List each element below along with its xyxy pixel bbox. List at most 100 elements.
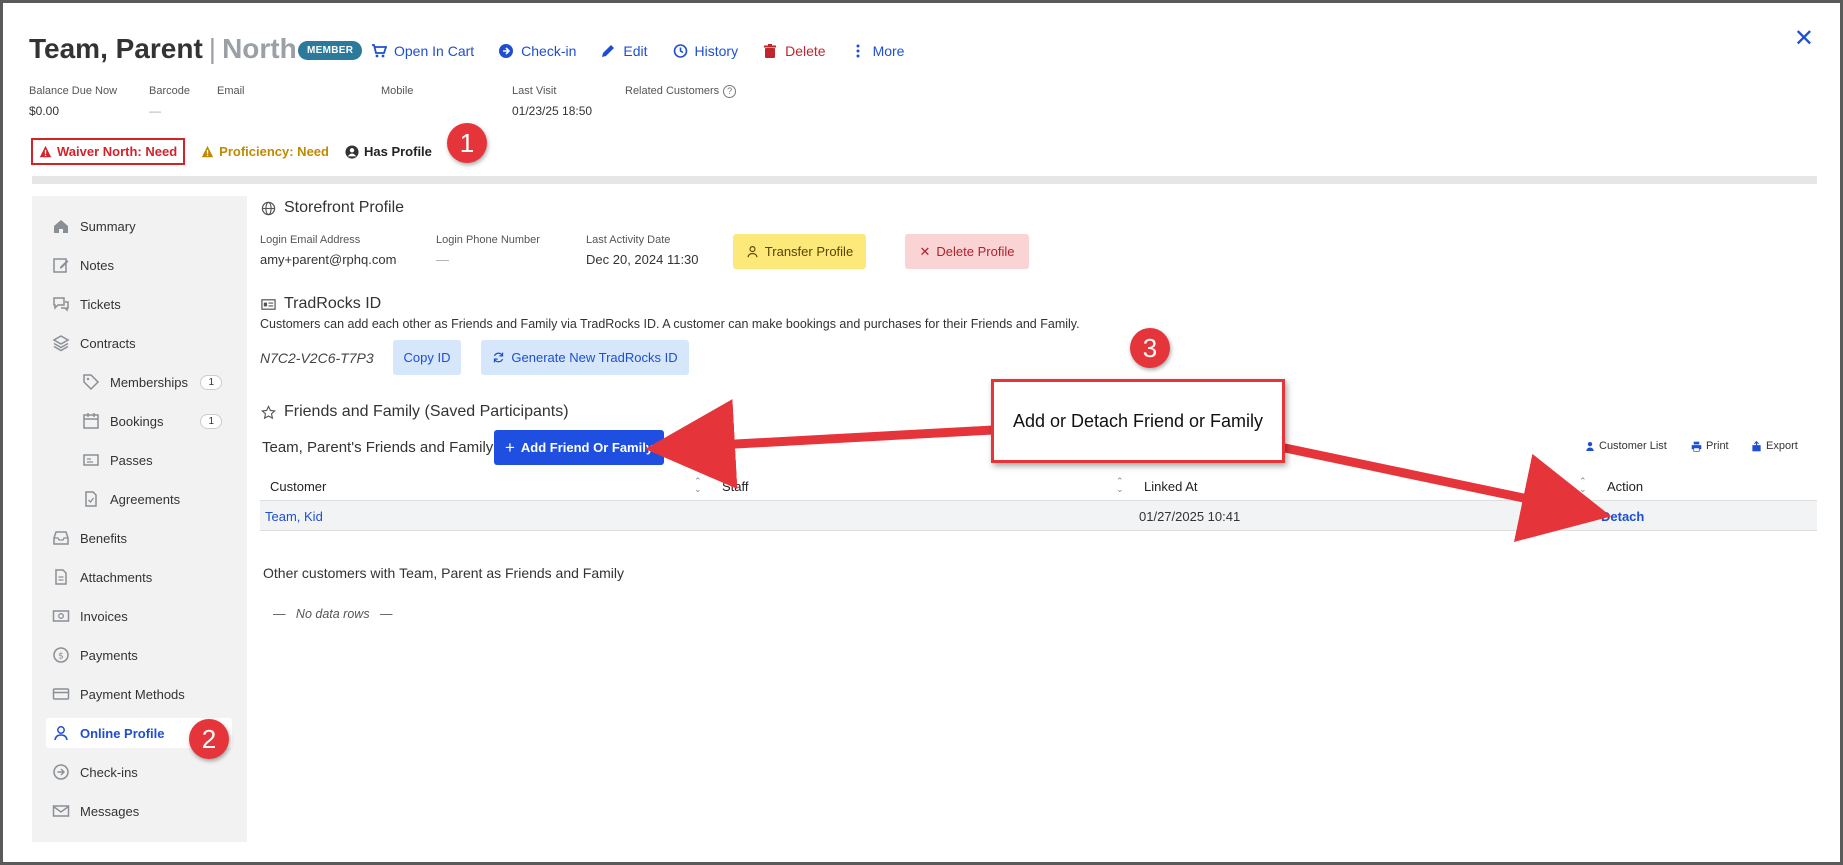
sidebar-item-label: Online Profile: [80, 725, 165, 741]
proficiency-status[interactable]: Proficiency: Need: [201, 144, 329, 159]
detach-button[interactable]: Detach: [1601, 509, 1644, 524]
edit-button[interactable]: Edit: [600, 43, 648, 59]
sidebar-item-memberships[interactable]: Memberships 1: [76, 367, 236, 397]
sidebar-item-benefits[interactable]: Benefits: [46, 523, 236, 553]
delete-label: Delete: [785, 43, 826, 59]
more-button[interactable]: More: [850, 43, 904, 59]
sidebar-item-label: Payments: [80, 647, 138, 663]
money-bill-icon: [52, 610, 70, 622]
sidebar-item-messages[interactable]: Messages: [46, 796, 236, 826]
waiver-status[interactable]: Waiver North: Need: [31, 138, 186, 165]
trash-icon: [764, 44, 777, 58]
sidebar-item-label: Invoices: [80, 608, 128, 624]
memberships-count: 1: [200, 374, 222, 390]
column-header-staff[interactable]: Staff: [722, 479, 749, 494]
tradrocks-description: Customers can add each other as Friends …: [260, 317, 1080, 331]
login-email-label: Login Email Address: [260, 234, 361, 246]
friends-table-header: Customer ⌃ ⌄ Staff ⌃ ⌄ Linked At ⌃ ⌄ Action: [260, 473, 1817, 501]
sidebar-item-bookings[interactable]: Bookings 1: [76, 406, 236, 436]
status-row: Waiver North: Need Proficiency: Need Has…: [31, 138, 432, 165]
last-activity-value: Dec 20, 2024 11:30: [586, 252, 699, 267]
barcode-label: Barcode: [149, 85, 190, 97]
annotation-arrows: [645, 399, 1612, 542]
home-icon: [54, 220, 68, 233]
has-profile-status: Has Profile: [345, 144, 432, 159]
last-visit-field: Last Visit 01/23/25 18:50: [512, 85, 592, 118]
sidebar-item-payment-methods[interactable]: Payment Methods: [46, 679, 236, 709]
login-phone-value: —: [436, 252, 449, 267]
sidebar-item-payments[interactable]: $ Payments: [46, 640, 236, 670]
email-field: Email: [217, 85, 245, 97]
history-button[interactable]: History: [672, 43, 739, 59]
svg-text:$: $: [58, 652, 64, 662]
delete-button[interactable]: Delete: [762, 43, 826, 59]
sidebar-item-label: Check-ins: [80, 764, 138, 780]
sidebar-item-summary[interactable]: Summary: [46, 211, 236, 241]
customer-list-button[interactable]: Customer List: [1585, 440, 1667, 452]
last-activity-label: Last Activity Date: [586, 234, 671, 246]
sidebar-item-label: Notes: [80, 257, 114, 273]
sidebar-item-tickets[interactable]: Tickets: [46, 289, 236, 319]
print-label: Print: [1706, 440, 1729, 452]
pass-card-icon: [83, 454, 99, 466]
sidebar-item-contracts[interactable]: Contracts: [46, 328, 236, 358]
login-email-value: amy+parent@rphq.com: [260, 252, 397, 267]
other-prefix: Other customers with: [263, 565, 396, 581]
customer-link[interactable]: Team, Kid: [265, 509, 323, 524]
dash: —: [273, 607, 286, 621]
help-icon[interactable]: ?: [723, 85, 737, 98]
sort-icon[interactable]: ⌃ ⌄: [694, 477, 702, 494]
check-in-label: Check-in: [521, 43, 577, 59]
sort-icon[interactable]: ⌃ ⌄: [1579, 477, 1587, 494]
id-card-icon: [261, 298, 276, 310]
sidebar-item-notes[interactable]: Notes: [46, 250, 236, 280]
warning-icon: [201, 145, 214, 158]
sidebar-item-attachments[interactable]: Attachments: [46, 562, 236, 592]
user-icon: [747, 246, 758, 258]
arrow-circle-icon: [53, 764, 69, 780]
owner-suffix: Friends and Family: [365, 439, 494, 456]
sidebar-item-passes[interactable]: Passes: [76, 445, 236, 475]
printer-icon: [1691, 441, 1702, 452]
copy-id-button[interactable]: Copy ID: [393, 340, 461, 375]
sort-icon[interactable]: ⌃ ⌄: [1116, 477, 1124, 494]
history-label: History: [694, 43, 739, 59]
close-icon[interactable]: ✕: [1794, 27, 1814, 51]
generate-tradrocks-id-button[interactable]: Generate New TradRocks ID: [481, 340, 689, 375]
globe-icon: [261, 201, 276, 215]
friends-owner-heading: Team, Parent's Friends and Family: [262, 439, 493, 456]
open-in-cart-button[interactable]: Open In Cart: [371, 43, 474, 59]
balance-field: Balance Due Now $0.00: [29, 85, 117, 118]
sidebar-item-invoices[interactable]: Invoices: [46, 601, 236, 631]
location-name: North: [222, 33, 297, 64]
divider-bar: [32, 176, 1817, 184]
sidebar-item-check-ins[interactable]: Check-ins: [46, 757, 236, 787]
sidebar-item-label: Summary: [80, 218, 136, 234]
arrow-circle-icon: [499, 44, 514, 58]
sidebar-item-agreements[interactable]: Agreements: [76, 484, 236, 514]
callout-badge-1: 1: [447, 123, 487, 163]
delete-profile-button[interactable]: ✕ Delete Profile: [905, 234, 1029, 269]
column-header-linked-at[interactable]: Linked At: [1144, 479, 1198, 494]
barcode-value: —: [149, 104, 161, 118]
member-badge: MEMBER: [298, 41, 363, 60]
tag-icon: [83, 374, 100, 391]
chat-bubbles-icon: [53, 297, 69, 312]
print-button[interactable]: Print: [1691, 440, 1729, 452]
tradrocks-id-value: N7C2-V2C6-T7P3: [260, 350, 374, 366]
export-button[interactable]: Export: [1751, 440, 1798, 452]
other-suffix: as Friends and Family: [486, 565, 625, 581]
credit-card-icon: [52, 688, 70, 700]
check-in-button[interactable]: Check-in: [498, 43, 576, 59]
column-header-customer[interactable]: Customer: [270, 479, 326, 494]
generate-tradrocks-id-label: Generate New TradRocks ID: [511, 350, 678, 365]
transfer-profile-button[interactable]: Transfer Profile: [733, 234, 866, 269]
sidebar-item-label: Messages: [80, 803, 140, 819]
last-visit-value: 01/23/25 18:50: [512, 104, 593, 118]
table-row: Team, Kid 01/27/2025 10:41 Detach: [260, 501, 1817, 531]
add-friend-or-family-button[interactable]: + Add Friend Or Family: [494, 430, 664, 465]
bookings-count: 1: [200, 413, 222, 429]
user-circle-icon: [345, 144, 359, 159]
kebab-icon: [856, 44, 860, 58]
annotation-callout-box: Add or Detach Friend or Family: [991, 379, 1285, 463]
